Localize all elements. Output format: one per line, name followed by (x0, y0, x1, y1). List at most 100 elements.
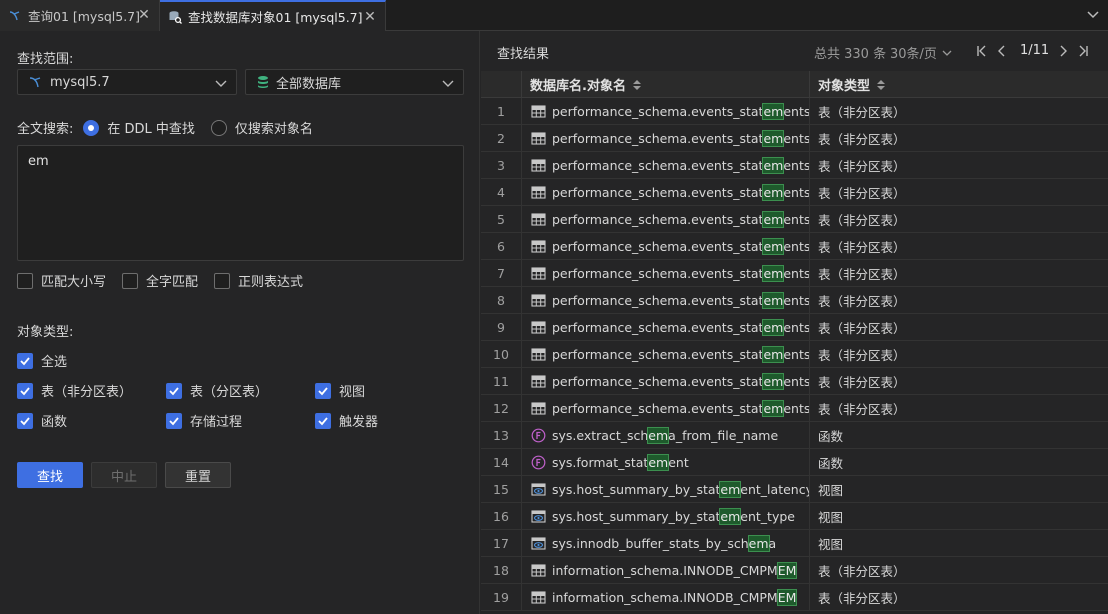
table-row[interactable]: 5 performance_schema.events_statements...… (481, 206, 1108, 233)
type-partitioned-table-checkbox[interactable]: 表（分区表） (166, 381, 268, 400)
row-number: 3 (497, 158, 505, 173)
close-icon[interactable]: ✕ (363, 10, 377, 24)
cell-object-name[interactable]: performance_schema.events_statements... (521, 341, 809, 368)
cell-object-name[interactable]: performance_schema.events_statements... (521, 98, 809, 125)
cell-object-type: 表（非分区表） (809, 395, 1108, 422)
close-icon[interactable]: ✕ (137, 8, 151, 22)
table-row[interactable]: 15 sys.host_summary_by_stat em ent_latency 视… (481, 476, 1108, 503)
table-row[interactable]: 10 performance_schema.events_statements..… (481, 341, 1108, 368)
page-size-select[interactable]: 30条/页 (890, 43, 953, 62)
type-all-checkbox[interactable]: 全选 (17, 351, 67, 370)
view-icon (531, 482, 546, 497)
cell-object-name[interactable]: sys.innodb_buffer_stats_by_sch em a (521, 530, 809, 557)
reset-button[interactable]: 重置 (165, 462, 231, 488)
cell-object-name[interactable]: performance_schema.events_statements... (521, 179, 809, 206)
table-row[interactable]: 9 performance_schema.events_statements...… (481, 314, 1108, 341)
regex-checkbox[interactable]: 正则表达式 (214, 271, 303, 290)
table-row[interactable]: 4 performance_schema.events_statements...… (481, 179, 1108, 206)
tab-label: 查询01 [mysql5.7] (28, 9, 141, 24)
row-number: 14 (493, 455, 509, 470)
match-highlight: EM (776, 589, 798, 606)
table-row[interactable]: 7 performance_schema.events_statements...… (481, 260, 1108, 287)
table-row[interactable]: 19 information_schema.INNODB_CMPM EM 表（非分区表… (481, 584, 1108, 611)
check-icon (17, 412, 33, 429)
type-table-checkbox[interactable]: 表（非分区表） (17, 381, 132, 400)
cell-object-name[interactable]: performance_schema.events_statements... (521, 125, 809, 152)
name-suffix: ents... (783, 185, 809, 200)
col-header-name[interactable]: 数据库名.对象名 (521, 71, 809, 98)
cell-object-name[interactable]: information_schema.INNODB_CMPM EM (521, 557, 809, 584)
name-prefix: sys.extract_sch (552, 428, 649, 443)
table-row[interactable]: 8 performance_schema.events_statements...… (481, 287, 1108, 314)
type-view-label: 视图 (339, 385, 366, 400)
table-row[interactable]: 18 information_schema.INNODB_CMPM EM 表（非分区表… (481, 557, 1108, 584)
sort-icon (632, 79, 641, 90)
table-row[interactable]: 11 performance_schema.events_statements..… (481, 368, 1108, 395)
row-number: 12 (493, 401, 509, 416)
search-text-input[interactable]: em (17, 145, 464, 261)
chevron-down-icon[interactable] (1086, 7, 1100, 21)
first-page-icon[interactable] (974, 43, 990, 59)
cell-object-name[interactable]: performance_schema.events_statements... (521, 287, 809, 314)
cell-object-name[interactable]: performance_schema.events_statements... (521, 395, 809, 422)
match-highlight: em (762, 157, 785, 174)
table-row[interactable]: 16 sys.host_summary_by_stat em ent_type 视图 (481, 503, 1108, 530)
cell-object-name[interactable]: performance_schema.events_statements... (521, 314, 809, 341)
whole-word-checkbox[interactable]: 全字匹配 (122, 271, 198, 290)
row-number: 15 (493, 482, 509, 497)
checkbox-icon (17, 272, 33, 289)
table-row[interactable]: 12 performance_schema.events_statements..… (481, 395, 1108, 422)
checkbox-icon (122, 272, 138, 289)
col-header-type[interactable]: 对象类型 (809, 71, 1108, 98)
find-button[interactable]: 查找 (17, 462, 83, 488)
match-case-checkbox[interactable]: 匹配大小写 (17, 271, 106, 290)
name-prefix: sys.host_summary_by_stat (552, 482, 721, 497)
table-row[interactable]: 17 sys.innodb_buffer_stats_by_sch em a 视图 (481, 530, 1108, 557)
cell-object-name[interactable]: performance_schema.events_statements... (521, 368, 809, 395)
cell-object-name[interactable]: sys.host_summary_by_stat em ent_type (521, 503, 809, 530)
table-row[interactable]: 1 performance_schema.events_statements...… (481, 98, 1108, 125)
table-row[interactable]: 14 sys.format_stat em ent 函数 (481, 449, 1108, 476)
table-row[interactable]: 6 performance_schema.events_statements...… (481, 233, 1108, 260)
cell-object-name[interactable]: performance_schema.events_statements... (521, 233, 809, 260)
mode-name-radio[interactable]: 仅搜索对象名 (210, 118, 313, 137)
cell-object-name[interactable]: sys.format_stat em ent (521, 449, 809, 476)
cell-object-name[interactable]: sys.host_summary_by_stat em ent_latency (521, 476, 809, 503)
table-icon (531, 293, 546, 308)
cell-object-name[interactable]: performance_schema.events_statements... (521, 206, 809, 233)
row-number: 7 (497, 266, 505, 281)
cell-object-name[interactable]: information_schema.INNODB_CMPM EM (521, 584, 809, 611)
database-select[interactable]: 全部数据库 (245, 69, 464, 95)
table-row[interactable]: 3 performance_schema.events_statements...… (481, 152, 1108, 179)
last-page-icon[interactable] (1075, 43, 1091, 59)
cell-object-type: 表（非分区表） (809, 557, 1108, 584)
name-suffix: ents... (783, 320, 809, 335)
name-prefix: information_schema.INNODB_CMPM (552, 590, 778, 605)
row-number: 1 (497, 104, 505, 119)
tab-find-objects[interactable]: 查找数据库对象01 [mysql5.7] ✕ (160, 0, 386, 31)
function-icon (531, 428, 546, 443)
type-procedure-checkbox[interactable]: 存储过程 (166, 411, 242, 430)
cell-object-name[interactable]: sys.extract_sch em a_from_file_name (521, 422, 809, 449)
prev-page-icon[interactable] (994, 43, 1010, 59)
table-row[interactable]: 13 sys.extract_sch em a_from_file_name 函数 (481, 422, 1108, 449)
mode-ddl-radio[interactable]: 在 DDL 中查找 (83, 118, 195, 137)
chevron-down-icon (441, 76, 455, 90)
table-icon (531, 401, 546, 416)
next-page-icon[interactable] (1055, 43, 1071, 59)
type-function-checkbox[interactable]: 函数 (17, 411, 67, 430)
name-prefix: sys.innodb_buffer_stats_by_sch (552, 536, 749, 551)
cell-object-name[interactable]: performance_schema.events_statements... (521, 260, 809, 287)
type-view-checkbox[interactable]: 视图 (315, 381, 365, 400)
cell-object-name[interactable]: performance_schema.events_statements... (521, 152, 809, 179)
name-prefix: performance_schema.events_stat (552, 347, 764, 362)
connection-select[interactable]: mysql5.7 (17, 69, 237, 95)
name-suffix: ent_latency (740, 482, 809, 497)
table-row[interactable]: 2 performance_schema.events_statements...… (481, 125, 1108, 152)
whole-word-label: 全字匹配 (146, 275, 199, 290)
name-suffix: ents... (783, 347, 809, 362)
tab-query[interactable]: 查询01 [mysql5.7] ✕ (0, 0, 160, 31)
fulltext-label: 全文搜索: (17, 122, 74, 137)
type-trigger-checkbox[interactable]: 触发器 (315, 411, 378, 430)
name-prefix: performance_schema.events_stat (552, 320, 764, 335)
